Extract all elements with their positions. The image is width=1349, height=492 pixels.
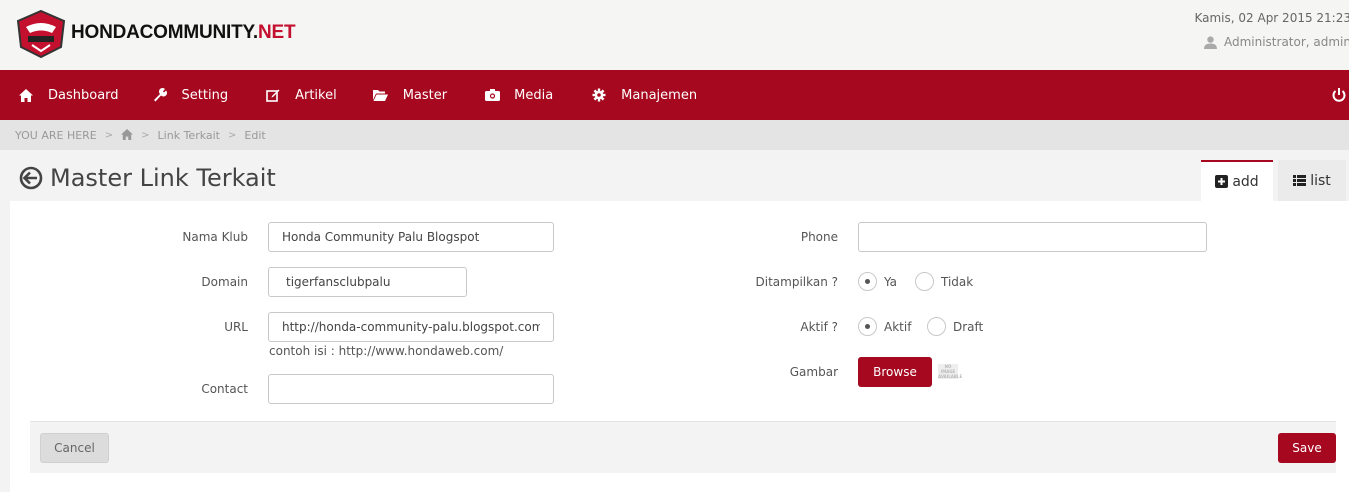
ditampilkan-label: Ditampilkan ?	[755, 275, 839, 289]
tab-list[interactable]: list	[1278, 160, 1346, 201]
camera-icon	[484, 87, 500, 103]
save-button[interactable]: Save	[1278, 433, 1336, 463]
radio-label: Ya	[884, 274, 898, 289]
nav-item-label: Media	[514, 87, 554, 103]
user-name: Administrator, admin	[1223, 35, 1349, 49]
radio-indicator	[927, 317, 946, 336]
aktif-label: Aktif ?	[800, 320, 838, 334]
power-icon[interactable]	[1331, 87, 1347, 103]
contact-label: Contact	[201, 382, 248, 396]
home-icon	[18, 87, 34, 103]
breadcrumb-separator-icon: >	[104, 129, 114, 141]
radio-selected-indicator	[858, 272, 877, 291]
nav-item-manajemen[interactable]: Manajemen	[591, 70, 697, 120]
radio-selected-indicator	[858, 317, 877, 336]
breadcrumb-edit: Edit	[244, 128, 266, 142]
main-nav: Dashboard Setting Artikel Master Media M…	[0, 70, 1349, 120]
breadcrumb: YOU ARE HERE > > Link Terkait > Edit	[0, 120, 1349, 150]
tab-add[interactable]: add	[1201, 160, 1273, 201]
nav-item-label: Manajemen	[621, 87, 698, 103]
breadcrumb-home-icon[interactable]	[121, 129, 134, 141]
wrench-icon	[152, 87, 168, 103]
domain-field[interactable]	[268, 267, 467, 297]
tab-list-label: list	[1310, 172, 1331, 189]
breadcrumb-link-terkait[interactable]: Link Terkait	[158, 129, 220, 142]
gear-icon	[591, 87, 607, 103]
aktif-aktif-radio[interactable]: Aktif	[858, 317, 911, 336]
breadcrumb-separator-icon: >	[228, 129, 237, 141]
breadcrumb-prefix: YOU ARE HERE	[15, 128, 97, 142]
no-image-placeholder: NO IMAGE AVAILABLE	[938, 364, 963, 379]
cancel-button[interactable]: Cancel	[40, 433, 109, 463]
phone-field[interactable]	[858, 222, 1207, 252]
app-header: HONDACOMMUNITY.NET Kamis, 02 Apr 2015 21…	[0, 0, 1349, 70]
honda-wing-logo-icon[interactable]	[14, 9, 68, 59]
phone-label: Phone	[800, 230, 838, 244]
radio-label: Tidak	[941, 274, 974, 289]
list-icon	[1293, 175, 1307, 186]
ditampilkan-ya-radio[interactable]: Ya	[858, 272, 897, 291]
user-info[interactable]: Administrator, admin	[1203, 35, 1349, 49]
site-logo-text[interactable]: HONDACOMMUNITY.NET	[71, 22, 296, 44]
form-actions-bar: Cancel Save	[30, 421, 1336, 473]
domain-label: Domain	[201, 275, 248, 289]
radio-label: Draft	[953, 319, 984, 334]
nav-item-label: Setting	[181, 87, 229, 103]
breadcrumb-separator-icon: >	[141, 129, 150, 141]
nav-item-setting[interactable]: Setting	[152, 70, 229, 120]
folder-open-icon	[373, 87, 389, 103]
nama-klub-label: Nama Klub	[182, 230, 248, 244]
page-title: Master Link Terkait	[50, 164, 276, 192]
nav-item-label: Dashboard	[48, 87, 119, 103]
contact-field[interactable]	[268, 374, 554, 404]
aktif-draft-radio[interactable]: Draft	[927, 317, 983, 336]
url-help-text: contoh isi : http://www.hondaweb.com/	[269, 344, 504, 358]
nav-item-media[interactable]: Media	[484, 70, 553, 120]
url-field[interactable]	[268, 312, 554, 342]
page-title-row: Master Link Terkait	[19, 164, 276, 192]
nav-item-dashboard[interactable]: Dashboard	[18, 70, 119, 120]
form-panel: Nama Klub Domain URL contoh isi : http:/…	[10, 201, 1349, 492]
plus-square-icon	[1215, 175, 1229, 188]
user-icon	[1203, 35, 1217, 49]
current-date: Kamis, 02 Apr 2015 21:23	[1194, 11, 1349, 25]
ditampilkan-tidak-radio[interactable]: Tidak	[915, 272, 973, 291]
radio-label: Aktif	[884, 319, 912, 334]
gambar-label: Gambar	[789, 365, 838, 379]
nav-item-master[interactable]: Master	[373, 70, 447, 120]
nama-klub-field[interactable]	[268, 222, 554, 252]
tab-add-label: add	[1232, 173, 1259, 190]
nav-item-artikel[interactable]: Artikel	[265, 70, 337, 120]
nav-item-label: Master	[402, 87, 448, 103]
url-label: URL	[224, 320, 248, 334]
browse-button[interactable]: Browse	[858, 357, 932, 387]
nav-item-label: Artikel	[295, 87, 337, 103]
back-arrow-circle-icon[interactable]	[19, 166, 43, 190]
radio-indicator	[915, 272, 934, 291]
edit-icon	[265, 87, 281, 103]
